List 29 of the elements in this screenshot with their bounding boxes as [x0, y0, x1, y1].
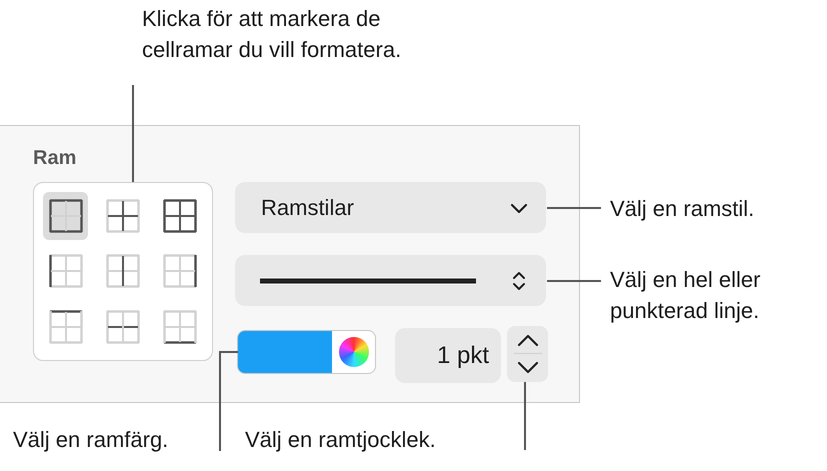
line-style-popup[interactable]	[235, 255, 546, 306]
chevron-up-icon[interactable]	[516, 333, 538, 348]
section-title: Ram	[33, 146, 76, 171]
callout-text: Välj en ramfärg.	[13, 426, 170, 454]
chevron-down-icon[interactable]	[516, 360, 538, 375]
callout-text: Välj en hel eller punkterad linje.	[610, 266, 762, 325]
color-well[interactable]	[237, 330, 376, 374]
callout-text: Klicka för att markera de cellramar du vill formatera.	[142, 5, 402, 64]
color-wheel-icon[interactable]	[338, 337, 368, 367]
border-width-field[interactable]: 1 pkt	[395, 328, 501, 383]
callout-text: Välj en ramstil.	[610, 195, 756, 223]
leader-line	[547, 280, 601, 282]
border-option-button[interactable]	[43, 192, 88, 240]
border-icon	[48, 254, 83, 288]
up-down-chevron-icon	[512, 270, 526, 292]
border-icon	[106, 198, 140, 233]
chevron-down-icon	[510, 202, 528, 214]
leader-line	[547, 207, 601, 209]
border-icon	[163, 198, 198, 233]
border-icon	[106, 254, 140, 288]
callout-text: Välj en ramtjocklek.	[245, 426, 437, 454]
stepper[interactable]	[507, 326, 548, 382]
leader-line	[524, 382, 526, 450]
border-icon	[163, 310, 198, 344]
border-icon	[106, 310, 140, 344]
border-icon	[48, 198, 83, 233]
border-icon	[163, 254, 198, 288]
border-style-popup[interactable]: Ramstilar	[235, 182, 546, 233]
border-icon	[48, 310, 83, 344]
